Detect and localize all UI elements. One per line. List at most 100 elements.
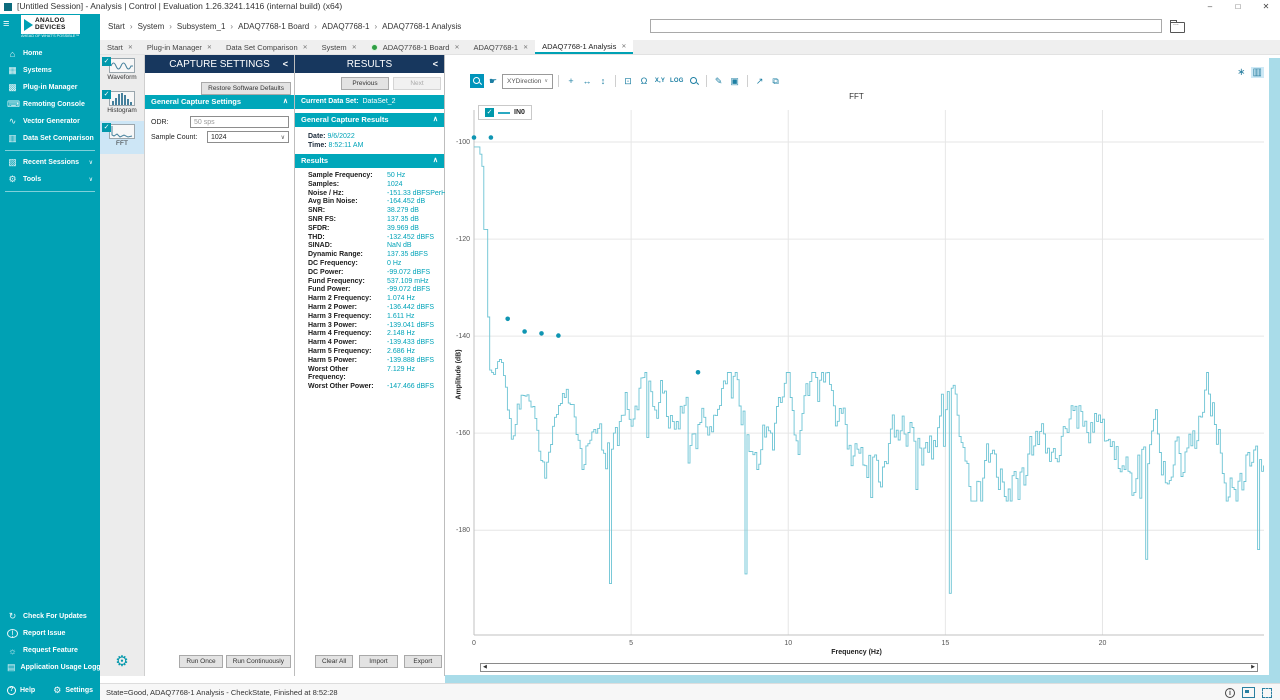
breadcrumb-separator: › bbox=[169, 22, 172, 31]
chart-legend[interactable]: ✓ IN0 bbox=[478, 105, 532, 120]
tab-adaq7768-1[interactable]: ADAQ7768-1✕ bbox=[466, 40, 535, 54]
previous-button[interactable]: Previous bbox=[341, 77, 389, 90]
tab-start[interactable]: Start✕ bbox=[100, 40, 140, 54]
screen-share-icon[interactable] bbox=[1242, 687, 1255, 698]
table-view-icon[interactable]: ▥ bbox=[1251, 67, 1264, 78]
sidebar-item-vector-generator[interactable]: ∿Vector Generator bbox=[0, 113, 100, 130]
chart-horizontal-scrollbar[interactable]: ◀ ▶ bbox=[480, 663, 1258, 672]
breadcrumb-item-adaq7768-1[interactable]: ADAQ7768-1 bbox=[322, 22, 370, 31]
export-chart-button[interactable]: ↗ bbox=[753, 74, 767, 88]
pin-chart-icon[interactable]: ∗ bbox=[1237, 67, 1245, 78]
move-axes-button[interactable]: + bbox=[564, 74, 578, 88]
tab-adaq7768-1-analysis[interactable]: ADAQ7768-1 Analysis✕ bbox=[535, 40, 633, 54]
general-capture-settings-section[interactable]: General Capture Settings ∧ bbox=[145, 95, 294, 109]
scroll-right-icon[interactable]: ▶ bbox=[1251, 664, 1255, 671]
fft-marker[interactable] bbox=[696, 370, 701, 375]
sidebar-item-settings[interactable]: ⚙ Settings bbox=[53, 685, 93, 696]
pan-button[interactable]: ☛ bbox=[486, 74, 500, 88]
sidebar-item-check-for-updates[interactable]: ↻Check For Updates bbox=[0, 608, 100, 625]
view-item-fft[interactable]: ✓FFT bbox=[100, 121, 144, 154]
sidebar-item-home[interactable]: ⌂Home bbox=[0, 45, 100, 62]
snapshot-button[interactable]: ▣ bbox=[728, 74, 742, 88]
scroll-left-icon[interactable]: ◀ bbox=[483, 664, 487, 671]
maximize-button[interactable]: □ bbox=[1224, 0, 1252, 14]
fft-marker[interactable] bbox=[505, 317, 510, 322]
tab-adaq7768-1-board[interactable]: ADAQ7768-1 Board✕ bbox=[364, 40, 467, 54]
run-continuously-button[interactable]: Run Continuously bbox=[226, 655, 291, 668]
sidebar-item-tools[interactable]: ⚙Tools∨ bbox=[0, 171, 100, 188]
close-button[interactable]: ✕ bbox=[1252, 0, 1280, 14]
annotate-button[interactable]: ✎ bbox=[712, 74, 726, 88]
export-button[interactable]: Export bbox=[404, 655, 442, 668]
tab-close-icon[interactable]: ✕ bbox=[523, 44, 528, 51]
sidebar-item-remoting-console[interactable]: ⌨Remoting Console bbox=[0, 96, 100, 113]
breadcrumb-item-start[interactable]: Start bbox=[108, 22, 125, 31]
fft-marker[interactable] bbox=[522, 329, 527, 334]
tab-data-set-comparison[interactable]: Data Set Comparison✕ bbox=[219, 40, 315, 54]
fit-view-button[interactable]: ⊡ bbox=[621, 74, 635, 88]
breadcrumb-item-adaq7768-1-board[interactable]: ADAQ7768-1 Board bbox=[238, 22, 309, 31]
next-button[interactable]: Next bbox=[393, 77, 441, 90]
sidebar-item-request-feature[interactable]: ☼Request Feature bbox=[0, 642, 100, 659]
result-label: Fund Power: bbox=[308, 286, 387, 295]
general-capture-results-section[interactable]: General Capture Results ∧ bbox=[295, 113, 444, 127]
copy-chart-button[interactable]: ⧉ bbox=[769, 74, 783, 88]
run-once-button[interactable]: Run Once bbox=[179, 655, 222, 668]
xy-coordinates-button[interactable]: X,Y bbox=[653, 74, 667, 88]
tab-close-icon[interactable]: ✕ bbox=[128, 44, 133, 51]
xy-direction-dropdown[interactable]: XYDirection∨ bbox=[502, 74, 553, 89]
checkbox-checked-icon[interactable]: ✓ bbox=[102, 57, 111, 66]
checkbox-checked-icon[interactable]: ✓ bbox=[102, 90, 111, 99]
menu-icon[interactable]: ≡ bbox=[3, 18, 9, 30]
fft-marker[interactable] bbox=[539, 331, 544, 336]
results-section[interactable]: Results ∧ bbox=[295, 154, 444, 168]
checkbox-checked-icon[interactable]: ✓ bbox=[102, 123, 111, 132]
view-item-waveform[interactable]: ✓Waveform bbox=[100, 55, 144, 88]
session-path-input[interactable] bbox=[650, 19, 1162, 33]
zoom-coordinates-button[interactable] bbox=[687, 74, 701, 88]
capture-date-time: Date: 9/6/2022 Time: 8:52:11 AM bbox=[308, 132, 363, 150]
fft-marker[interactable] bbox=[472, 135, 477, 140]
sidebar-item-systems[interactable]: ▦Systems bbox=[0, 62, 100, 79]
legend-checkbox[interactable]: ✓ bbox=[485, 108, 494, 117]
svg-text:15: 15 bbox=[941, 640, 949, 647]
sidebar-item-report-issue[interactable]: !Report Issue bbox=[0, 625, 100, 642]
collapse-panel-icon[interactable]: < bbox=[433, 59, 438, 69]
analysis-settings-gear-icon[interactable]: ⚙ bbox=[100, 652, 144, 670]
info-icon[interactable]: i bbox=[1225, 688, 1235, 698]
fft-marker[interactable] bbox=[489, 135, 494, 140]
scale-x-button[interactable]: ↔ bbox=[580, 74, 594, 88]
clear-all-button[interactable]: Clear All bbox=[315, 655, 353, 668]
view-item-histogram[interactable]: ✓Histogram bbox=[100, 88, 144, 121]
browse-folder-icon[interactable] bbox=[1170, 22, 1185, 33]
tab-close-icon[interactable]: ✕ bbox=[621, 43, 626, 50]
minimize-button[interactable]: – bbox=[1196, 0, 1224, 14]
sidebar-item-recent-sessions[interactable]: ▨Recent Sessions∨ bbox=[0, 154, 100, 171]
sidebar-item-data-set-comparison[interactable]: ▥Data Set Comparison bbox=[0, 130, 100, 147]
log-scale-button[interactable]: LOG bbox=[669, 74, 685, 88]
sidebar-item-label: Home bbox=[23, 50, 42, 57]
undo-zoom-button[interactable]: Ω bbox=[637, 74, 651, 88]
fft-marker[interactable] bbox=[556, 333, 561, 338]
import-button[interactable]: Import bbox=[359, 655, 397, 668]
restore-defaults-button[interactable]: Restore Software Defaults bbox=[201, 82, 291, 95]
zoom-box-button[interactable] bbox=[470, 74, 484, 88]
breadcrumb-item-system[interactable]: System bbox=[138, 22, 165, 31]
breadcrumb-item-subsystem-1[interactable]: Subsystem_1 bbox=[177, 22, 225, 31]
fft-plot[interactable]: 05101520-100-120-140-160-180 bbox=[445, 100, 1268, 656]
tab-system[interactable]: System✕ bbox=[315, 40, 364, 54]
sidebar-item-plug-in-manager[interactable]: ▩Plug-in Manager bbox=[0, 79, 100, 96]
tab-plug-in-manager[interactable]: Plug-in Manager✕ bbox=[140, 40, 219, 54]
tab-close-icon[interactable]: ✕ bbox=[207, 44, 212, 51]
sidebar-item-application-usage-logging[interactable]: ▤Application Usage Logging bbox=[0, 659, 100, 676]
sidebar-item-help[interactable]: ? Help bbox=[7, 686, 35, 695]
tab-close-icon[interactable]: ✕ bbox=[454, 44, 459, 51]
tab-close-icon[interactable]: ✕ bbox=[352, 44, 357, 51]
sample-count-select[interactable]: 1024 ∨ bbox=[207, 131, 289, 143]
tab-close-icon[interactable]: ✕ bbox=[303, 44, 308, 51]
fullscreen-icon[interactable] bbox=[1262, 688, 1272, 698]
odr-input[interactable] bbox=[190, 116, 289, 128]
scale-y-button[interactable]: ↕ bbox=[596, 74, 610, 88]
breadcrumb-item-adaq7768-1-analysis[interactable]: ADAQ7768-1 Analysis bbox=[382, 22, 461, 31]
collapse-panel-icon[interactable]: < bbox=[283, 59, 288, 69]
